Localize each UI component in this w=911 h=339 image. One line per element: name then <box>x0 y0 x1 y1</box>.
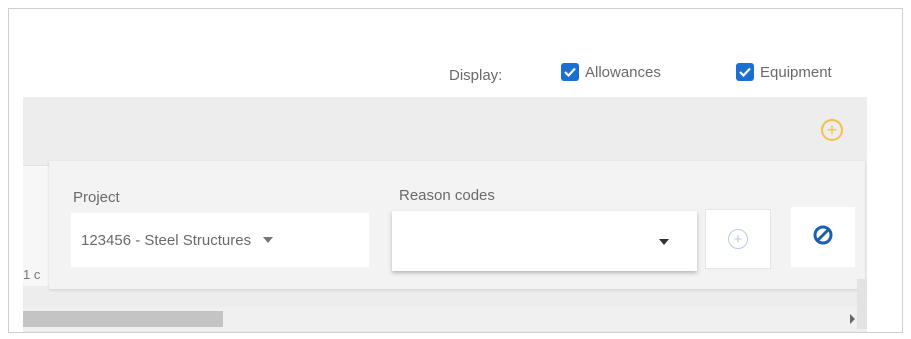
horizontal-scrollbar[interactable] <box>23 307 867 331</box>
chevron-down-icon <box>659 239 669 245</box>
project-value: 123456 - Steel Structures <box>81 231 252 249</box>
check-icon <box>736 63 754 81</box>
display-label: Display: <box>449 67 503 84</box>
scrollbar-thumb[interactable] <box>23 311 223 327</box>
vertical-scrollbar[interactable] <box>857 279 867 329</box>
add-reason-button[interactable]: + <box>705 209 771 269</box>
scroll-right-arrow-icon[interactable] <box>850 314 855 324</box>
truncated-cell-text: 1 c <box>23 267 41 282</box>
equipment-label: Equipment <box>760 63 832 81</box>
project-select[interactable]: 123456 - Steel Structures <box>71 213 369 267</box>
display-options: Display: Allowances Equipment <box>9 49 902 89</box>
project-label: Project <box>73 189 120 206</box>
equipment-checkbox[interactable]: Equipment <box>736 63 832 81</box>
reason-codes-label: Reason codes <box>399 187 495 204</box>
check-icon <box>561 63 579 81</box>
window-frame: Display: Allowances Equipment 1 c + Proj… <box>8 8 903 333</box>
plus-circle-icon: + <box>826 120 838 140</box>
allowances-label: Allowances <box>585 63 661 81</box>
reason-codes-select[interactable] <box>392 211 697 271</box>
add-row-button[interactable]: + <box>821 119 843 141</box>
prohibit-icon <box>812 224 834 251</box>
plus-circle-icon: + <box>728 229 748 249</box>
allowances-checkbox[interactable]: Allowances <box>561 63 661 81</box>
clear-filter-button[interactable] <box>791 207 855 267</box>
filter-card: Project 123456 - Steel Structures Reason… <box>49 161 865 289</box>
chevron-down-icon <box>263 237 274 243</box>
